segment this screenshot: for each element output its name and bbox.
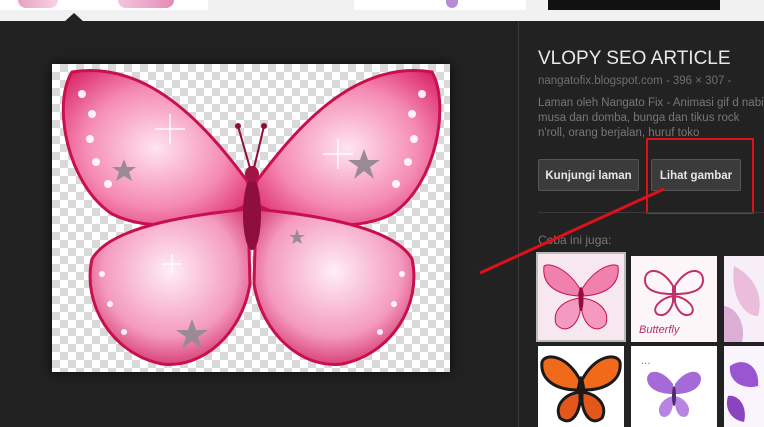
related-thumbnail[interactable] [538,346,624,427]
top-thumbnail-3[interactable] [548,0,720,10]
result-source: nangatofix.blogspot.com - 396 × 307 - [538,75,732,87]
related-label: Coba ini juga: [538,233,612,247]
section-divider [538,212,764,213]
top-thumbnail-2[interactable] [354,0,526,10]
related-thumbnail[interactable]: ... [631,346,717,427]
highlight-box [646,138,754,214]
monarch-butterfly-icon [538,346,624,427]
related-thumbnail[interactable]: Butterfly [631,256,717,342]
result-title[interactable]: VLOPY SEO ARTICLE [538,48,764,70]
related-thumbnail[interactable] [724,256,764,342]
panel-divider [518,21,519,427]
butterfly-thumb-icon [538,254,624,340]
related-thumbnail[interactable] [536,252,626,342]
related-thumbnail[interactable] [724,346,764,427]
purple-butterfly-icon: ... [631,346,717,427]
top-thumbnail-strip [0,0,764,22]
purple-flower-icon [724,346,764,427]
preview-image[interactable] [52,64,450,372]
fairy-wing-icon [724,256,764,342]
butterfly-image [61,69,442,366]
visit-page-button[interactable]: Kunjungi laman [538,159,639,191]
svg-text:...: ... [641,356,651,367]
result-description: Laman oleh Nangato Fix - Animasi gif d n… [538,97,764,139]
related-caption: Butterfly [639,324,680,336]
top-thumbnail-1[interactable] [0,0,208,10]
